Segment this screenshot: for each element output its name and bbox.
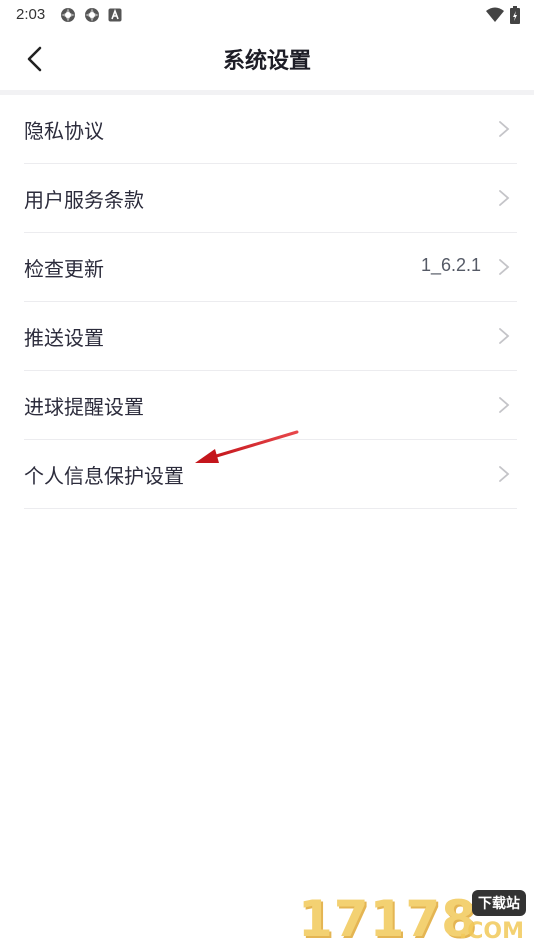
status-time: 2:03 bbox=[16, 6, 46, 23]
app-header: 系统设置 bbox=[0, 28, 534, 90]
wifi-icon bbox=[486, 7, 504, 22]
settings-item-push-settings[interactable]: 推送设置 bbox=[24, 302, 517, 371]
watermark-suffix: .COM bbox=[458, 919, 524, 944]
aperture-icon bbox=[85, 8, 99, 22]
battery-icon bbox=[510, 6, 520, 24]
red-annotation-arrow-icon bbox=[195, 430, 299, 463]
settings-item-label: 用户服务条款 bbox=[24, 188, 144, 212]
status-notification-icons bbox=[60, 7, 122, 23]
watermark: 17178 下载站 .COM bbox=[298, 888, 528, 948]
settings-item-label: 进球提醒设置 bbox=[24, 395, 144, 419]
chevron-right-icon bbox=[499, 397, 510, 413]
settings-item-label: 推送设置 bbox=[24, 326, 104, 350]
chevron-right-icon bbox=[499, 121, 510, 137]
chevron-right-icon bbox=[499, 328, 510, 344]
aperture-icon bbox=[61, 8, 75, 22]
chevron-right-icon bbox=[499, 259, 510, 275]
settings-item-label: 个人信息保护设置 bbox=[24, 464, 184, 488]
status-bar: 2:03 bbox=[0, 0, 534, 28]
chevron-right-icon bbox=[499, 190, 510, 206]
watermark-tag: 下载站 bbox=[472, 890, 526, 916]
status-system-icons bbox=[486, 6, 520, 24]
settings-item-check-update[interactable]: 检查更新 1_6.2.1 bbox=[24, 233, 517, 302]
settings-item-terms-of-service[interactable]: 用户服务条款 bbox=[24, 164, 517, 233]
settings-item-privacy-policy[interactable]: 隐私协议 bbox=[24, 95, 517, 164]
watermark-digits: 17178 bbox=[298, 890, 477, 948]
a-letter-icon bbox=[108, 8, 122, 22]
page-title: 系统设置 bbox=[222, 49, 311, 74]
version-value: 1_6.2.1 bbox=[420, 255, 481, 275]
chevron-right-icon bbox=[499, 466, 510, 482]
settings-item-label: 隐私协议 bbox=[24, 119, 104, 143]
settings-item-label: 检查更新 bbox=[24, 257, 104, 281]
